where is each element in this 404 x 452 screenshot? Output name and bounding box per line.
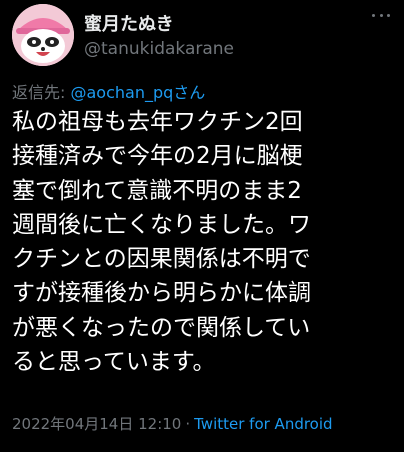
- raccoon-avatar-icon: [12, 4, 74, 66]
- tweet-text-line: ると思っています。: [12, 349, 216, 376]
- reply-prefix: 返信先:: [12, 83, 71, 102]
- more-options-icon[interactable]: [372, 6, 390, 24]
- tweet-text-line: 私の祖母も去年ワクチン2回: [12, 109, 303, 135]
- meta-separator: ·: [185, 415, 191, 433]
- tweet: 蜜月たぬき @tanukidakarane 返信先: @aochan_pqさん …: [0, 0, 404, 452]
- tweet-text-line: 塞で倒れて意識不明のまま2: [12, 177, 302, 204]
- user-handle[interactable]: @tanukidakarane: [84, 39, 234, 59]
- reply-to-line: 返信先: @aochan_pqさん: [12, 79, 205, 103]
- tweet-text-line: が悪くなったので関係してい: [12, 314, 311, 341]
- source-label[interactable]: Twitter for Android: [194, 415, 332, 433]
- tweet-text-line: 週間後に亡くなりました。ワ: [12, 211, 311, 238]
- avatar[interactable]: [12, 4, 74, 66]
- display-name[interactable]: 蜜月たぬき: [84, 10, 174, 36]
- timestamp-link[interactable]: 2022年04月14日 12:10: [12, 415, 181, 433]
- tweet-text-line: すが接種後から明らかに体調: [12, 280, 311, 307]
- reply-suffix: さん: [173, 83, 206, 102]
- tweet-text-line: 接種済みで今年の2月に脳梗: [12, 143, 303, 170]
- tweet-text: 私の祖母も去年ワクチン2回 接種済みで今年の2月に脳梗 塞で倒れて意識不明のまま…: [12, 105, 400, 379]
- tweet-text-line: クチンとの因果関係は不明で: [12, 246, 311, 273]
- reply-mention-link[interactable]: @aochan_pq: [70, 83, 173, 102]
- tweet-meta: 2022年04月14日 12:10 · Twitter for Android: [12, 413, 333, 434]
